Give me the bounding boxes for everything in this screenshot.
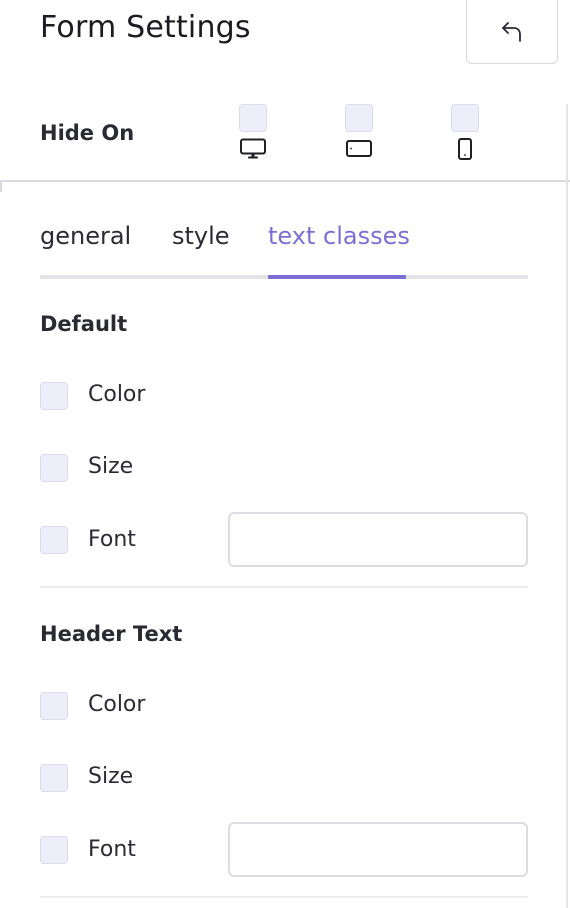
- header-color-checkbox[interactable]: [40, 692, 68, 720]
- default-size-label: Size: [88, 454, 134, 479]
- header-size-checkbox[interactable]: [40, 764, 68, 792]
- active-tab-indicator: [268, 275, 406, 279]
- header-color-label: Color: [88, 692, 146, 717]
- hide-desktop-checkbox[interactable]: [239, 104, 267, 132]
- hide-on-row: Hide On: [0, 64, 570, 182]
- section-divider: [40, 586, 528, 588]
- desktop-icon: [240, 138, 266, 159]
- hide-desktop: [239, 104, 267, 160]
- header-size-label: Size: [88, 764, 134, 789]
- hide-on-label: Hide On: [40, 121, 135, 145]
- undo-arrow-icon: [502, 22, 521, 42]
- default-font-input[interactable]: [228, 512, 528, 567]
- mobile-icon: [458, 138, 472, 160]
- settings-tabs: general style text classes: [40, 222, 528, 280]
- default-font-label: Font: [88, 527, 136, 552]
- panel-edge: [566, 104, 568, 908]
- undo-button[interactable]: [466, 0, 558, 64]
- tablet-icon: [346, 140, 372, 157]
- section-divider: [40, 896, 528, 898]
- section-title-header-text: Header Text: [40, 622, 183, 646]
- tab-general[interactable]: general: [40, 222, 131, 250]
- section-title-default: Default: [40, 312, 128, 336]
- default-size-checkbox[interactable]: [40, 454, 68, 482]
- header: Form Settings: [0, 0, 570, 64]
- tab-text-classes[interactable]: text classes: [268, 222, 410, 250]
- default-font-checkbox[interactable]: [40, 526, 68, 554]
- header-font-label: Font: [88, 837, 136, 862]
- header-font-input[interactable]: [228, 822, 528, 877]
- tab-style[interactable]: style: [172, 222, 230, 250]
- hide-tablet: [345, 104, 373, 160]
- default-color-label: Color: [88, 382, 146, 407]
- hide-mobile: [451, 104, 479, 160]
- page-title: Form Settings: [40, 10, 251, 45]
- header-font-checkbox[interactable]: [40, 836, 68, 864]
- default-color-checkbox[interactable]: [40, 382, 68, 410]
- hide-mobile-checkbox[interactable]: [451, 104, 479, 132]
- hide-tablet-checkbox[interactable]: [345, 104, 373, 132]
- panel-edge-left: [0, 182, 2, 192]
